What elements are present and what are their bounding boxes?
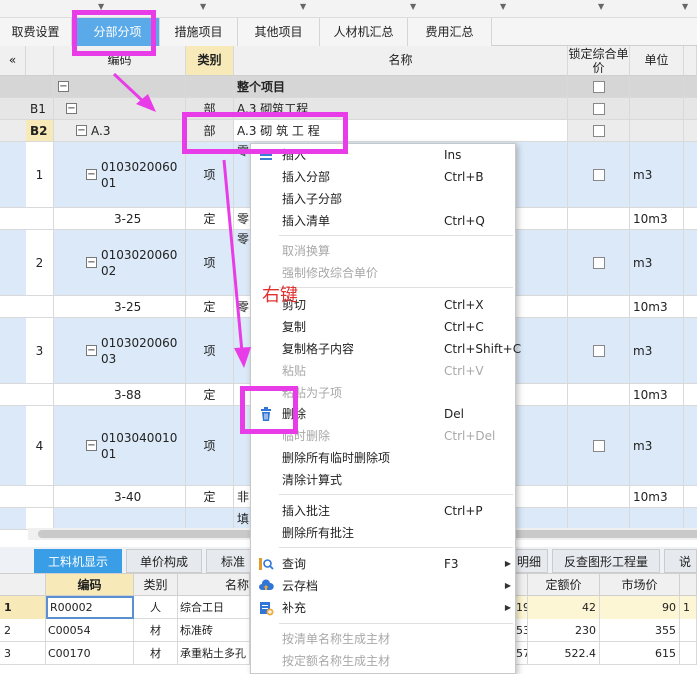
type-column-header[interactable]: 类别 bbox=[186, 46, 234, 76]
highlight-box-delete bbox=[240, 386, 298, 434]
collapse-icon[interactable]: − bbox=[66, 103, 77, 114]
dropdown-arrow-icon[interactable]: ▼ bbox=[410, 2, 416, 11]
menu-item-delete-all-comments[interactable]: 删除所有批注 bbox=[251, 522, 517, 544]
market-price-column-header[interactable]: 市场价 bbox=[600, 574, 680, 596]
dropdown-arrow-icon[interactable]: ▼ bbox=[300, 2, 306, 11]
lock-checkbox[interactable] bbox=[592, 80, 605, 93]
tab-description[interactable]: 说明 bbox=[664, 549, 697, 593]
menu-separator bbox=[279, 494, 513, 495]
type-column-header[interactable]: 类别 bbox=[134, 574, 178, 596]
tab-cost-summary[interactable]: 费用汇总 bbox=[408, 18, 492, 46]
menu-separator bbox=[279, 623, 513, 624]
menu-item-insert-bill[interactable]: 插入清单 Ctrl+Q bbox=[251, 210, 517, 232]
unit-column-header[interactable]: 单位 bbox=[630, 46, 684, 76]
tab-reverse-graphic-quantity[interactable]: 反查图形工程量 bbox=[552, 549, 660, 573]
tab-labor-material-display[interactable]: 工料机显示 bbox=[34, 549, 122, 573]
name-column-header[interactable]: 名称 bbox=[234, 46, 568, 76]
collapse-icon[interactable]: − bbox=[58, 81, 69, 92]
menu-item-insert-comment[interactable]: 插入批注 Ctrl+P bbox=[251, 500, 517, 522]
table-row[interactable]: B2 − A.3 部 A.3 砌 筑 工 程 bbox=[0, 120, 697, 142]
table-row[interactable]: B1 − 部 A.3 砌筑工程 bbox=[0, 98, 697, 120]
lock-checkbox[interactable] bbox=[592, 168, 605, 181]
dropdown-arrow-icon[interactable]: ▼ bbox=[200, 2, 206, 11]
lock-checkbox[interactable] bbox=[592, 256, 605, 269]
menu-item-insert-section[interactable]: 插入分部 Ctrl+B bbox=[251, 166, 517, 188]
highlight-box-tab bbox=[72, 10, 156, 56]
lock-checkbox[interactable] bbox=[592, 439, 605, 452]
tab-other-items[interactable]: 其他项目 bbox=[238, 18, 320, 46]
right-click-annotation: 右键 bbox=[262, 285, 298, 306]
row-name: 整个项目 bbox=[234, 76, 568, 97]
menu-item-cloud-archive[interactable]: 云存档 ▶ bbox=[251, 575, 517, 597]
menu-item-cancel-conversion[interactable]: 取消换算 bbox=[251, 240, 517, 262]
tab-standard-conversion[interactable]: 标准换 bbox=[206, 549, 256, 593]
base-price-column-header[interactable]: 定额价 bbox=[528, 574, 600, 596]
collapse-icon[interactable]: − bbox=[86, 345, 97, 356]
supplement-icon bbox=[260, 602, 274, 616]
menu-item-clear-formula[interactable]: 清除计算式 bbox=[251, 469, 517, 491]
menu-separator bbox=[279, 235, 513, 236]
dropdown-arrow-icon[interactable]: ▼ bbox=[682, 2, 688, 11]
lock-checkbox[interactable] bbox=[592, 124, 605, 137]
extra-column-header bbox=[684, 46, 697, 76]
table-row[interactable]: − 整个项目 bbox=[0, 76, 697, 98]
dropdown-arrow-icon[interactable]: ▼ bbox=[598, 2, 604, 11]
menu-item-delete-all-temp[interactable]: 删除所有临时删除项 bbox=[251, 447, 517, 469]
menu-item-gen-material-by-bill[interactable]: 按清单名称生成主材 bbox=[251, 628, 517, 650]
menu-item-copy[interactable]: 复制 Ctrl+C bbox=[251, 316, 517, 338]
collapse-icon[interactable]: − bbox=[86, 169, 97, 180]
menu-item-copy-cell[interactable]: 复制格子内容 Ctrl+Shift+C bbox=[251, 338, 521, 360]
search-icon bbox=[259, 558, 274, 570]
row-index-header bbox=[26, 46, 54, 76]
tab-unit-price-composition[interactable]: 单价构成 bbox=[126, 549, 202, 573]
menu-item-supplement[interactable]: 补充 ▶ bbox=[251, 597, 517, 619]
lock-price-column-header[interactable]: 锁定综合单价 bbox=[568, 46, 630, 76]
lock-checkbox[interactable] bbox=[592, 102, 605, 115]
code-column-header[interactable]: 编码 bbox=[46, 574, 134, 596]
tab-measures[interactable]: 措施项目 bbox=[160, 18, 238, 46]
menu-item-insert-subsection[interactable]: 插入子分部 bbox=[251, 188, 517, 210]
menu-separator bbox=[279, 547, 513, 548]
cloud-upload-icon bbox=[259, 579, 274, 590]
submenu-arrow-icon: ▶ bbox=[504, 559, 511, 568]
menu-separator bbox=[279, 287, 513, 288]
collapse-icon[interactable]: − bbox=[76, 125, 87, 136]
collapse-icon[interactable]: − bbox=[86, 440, 97, 451]
submenu-arrow-icon: ▶ bbox=[504, 581, 511, 590]
collapse-icon[interactable]: − bbox=[86, 257, 97, 268]
submenu-arrow-icon: ▶ bbox=[504, 603, 511, 612]
collapse-panel-icon[interactable]: « bbox=[0, 46, 26, 76]
menu-item-query[interactable]: 查询 F3 ▶ bbox=[251, 553, 517, 575]
name-column-header[interactable]: 名称 bbox=[178, 574, 250, 596]
lock-checkbox[interactable] bbox=[592, 344, 605, 357]
tab-labor-material-summary[interactable]: 人材机汇总 bbox=[320, 18, 408, 46]
dropdown-arrow-icon[interactable]: ▼ bbox=[500, 2, 506, 11]
menu-item-paste[interactable]: 粘贴 Ctrl+V bbox=[251, 360, 517, 382]
tab-fee-settings[interactable]: 取费设置 bbox=[0, 18, 72, 46]
highlight-box-selected-row bbox=[182, 112, 348, 154]
menu-item-gen-material-by-quota[interactable]: 按定额名称生成主材 bbox=[251, 650, 517, 672]
